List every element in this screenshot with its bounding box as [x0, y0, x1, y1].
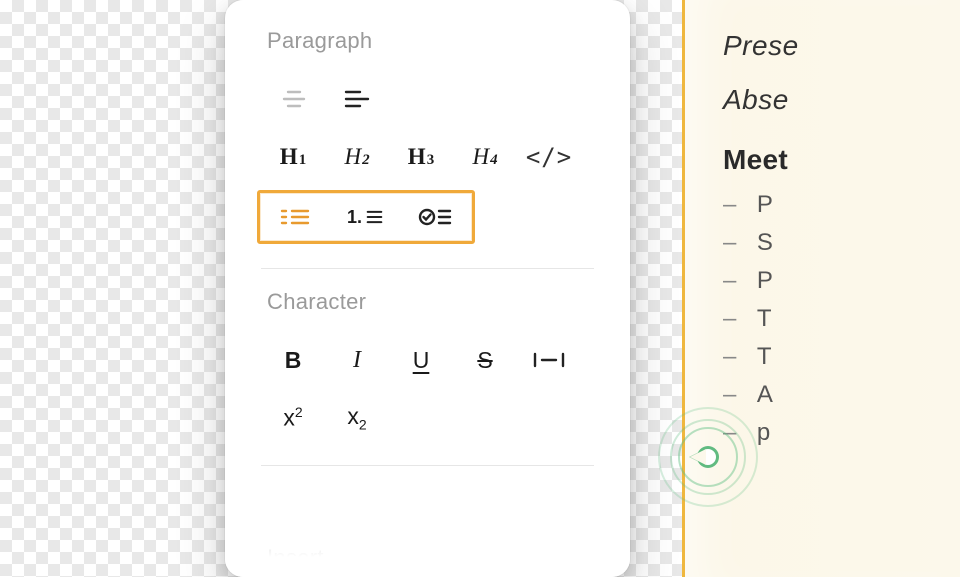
section-label-character: Character — [225, 289, 630, 315]
row-headings: H1 H2 H3 H4 </> — [225, 128, 630, 186]
numbered-list-icon: 1. — [347, 199, 383, 235]
bulleted-list-icon — [277, 199, 313, 235]
numbered-list-button[interactable]: 1. — [330, 193, 400, 241]
superscript-button[interactable]: x2 — [261, 394, 325, 442]
codeblock-button[interactable]: </> — [517, 133, 581, 181]
bulleted-list-button[interactable] — [260, 193, 330, 241]
subscript-button[interactable]: x2 — [325, 394, 389, 442]
checklist-button[interactable] — [400, 193, 470, 241]
subscript-label: x2 — [347, 403, 366, 433]
indent-icon — [339, 81, 375, 117]
indent-button[interactable] — [325, 75, 389, 123]
monospace-icon — [531, 342, 567, 378]
document-preview: Prese Abse Meet –P –S –P –T –T –A –p — [682, 0, 960, 577]
monospace-button[interactable] — [517, 336, 581, 384]
code-icon: </> — [526, 143, 572, 171]
heading4-button[interactable]: H4 — [453, 133, 517, 181]
formatting-popover: Paragraph H1 — [225, 0, 630, 577]
row-character-script: x2 x2 — [225, 389, 630, 447]
heading2-button[interactable]: H2 — [325, 133, 389, 181]
bold-button[interactable]: B — [261, 336, 325, 384]
strikethrough-button[interactable]: S — [453, 336, 517, 384]
h4-label: H4 — [472, 144, 497, 170]
doc-fade-overlay — [920, 0, 960, 577]
row-indent — [225, 70, 630, 128]
row-lists-highlight: 1. — [257, 190, 475, 244]
outdent-icon — [275, 81, 311, 117]
section-divider — [261, 465, 594, 466]
heading1-button[interactable]: H1 — [261, 133, 325, 181]
outdent-button[interactable] — [261, 75, 325, 123]
h2-label: H2 — [344, 144, 369, 170]
underline-button[interactable]: U — [389, 336, 453, 384]
panel-bottom-fade — [225, 527, 630, 577]
row-character-basic: B I U S — [225, 331, 630, 389]
heading3-button[interactable]: H3 — [389, 133, 453, 181]
italic-button[interactable]: I — [325, 336, 389, 384]
checklist-icon — [417, 199, 453, 235]
section-divider — [261, 268, 594, 269]
superscript-label: x2 — [283, 404, 302, 432]
h1-label: H1 — [280, 144, 306, 170]
h3-label: H3 — [408, 144, 434, 170]
section-label-paragraph: Paragraph — [225, 28, 630, 54]
